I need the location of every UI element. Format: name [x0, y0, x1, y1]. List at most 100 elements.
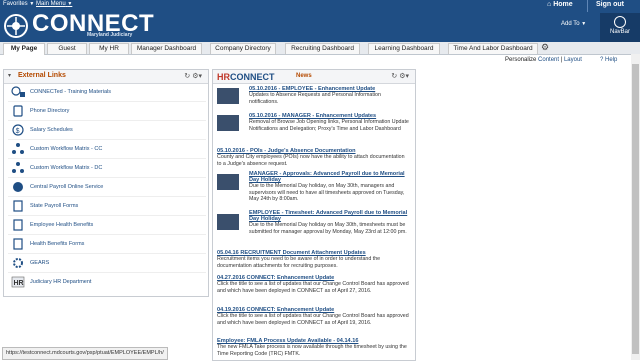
tab-manager-dashboard[interactable]: Manager Dashboard — [131, 43, 202, 54]
list-item[interactable]: GEARS — [8, 255, 206, 273]
help-icon: ? — [600, 57, 604, 63]
hr-badge-icon: HR — [11, 276, 25, 288]
header-separator — [587, 0, 588, 12]
tab-guest[interactable]: Guest — [47, 43, 87, 54]
gear-icon[interactable]: ⚙ — [541, 42, 549, 53]
news-thumbnail — [217, 88, 239, 104]
sign-out-link[interactable]: Sign out — [596, 1, 624, 8]
panel-title: News — [296, 73, 312, 79]
org-chart-icon — [12, 162, 24, 173]
link-label: Salary Schedules — [30, 127, 73, 133]
panel-title: External Links — [18, 72, 66, 79]
news-item[interactable]: EMPLOYEE - Timesheet: Advanced Payroll d… — [249, 210, 409, 235]
tab-time-and-labor-dashboard[interactable]: Time And Labor Dashboard — [448, 43, 538, 54]
tab-my-hr[interactable]: My HR — [89, 43, 129, 54]
document-icon — [13, 200, 23, 212]
news-thumbnail — [217, 174, 239, 190]
gears-icon — [13, 258, 23, 268]
list-item[interactable]: Custom Workflow Matrix - CC — [8, 141, 206, 159]
navbar-button[interactable]: NavBar — [600, 13, 640, 42]
news-title[interactable]: MANAGER - Approvals: Advanced Payroll du… — [249, 171, 409, 183]
navbar-label: NavBar — [609, 29, 630, 35]
home-icon: ⌂ — [547, 1, 552, 8]
list-item[interactable]: Custom Workflow Matrix - DC — [8, 160, 206, 178]
personalize-bar: Personalize Content | Layout — [505, 57, 582, 63]
news-body: Updates to Absence Requests and Personal… — [249, 92, 381, 105]
news-item[interactable]: 05.10.2016 - POIs - Judge's Absence Docu… — [217, 148, 409, 167]
personalize-label: Personalize — [505, 57, 537, 63]
panel-options[interactable]: ↻ ⚙▾ — [184, 72, 202, 80]
favorites-label: Favorites — [3, 1, 28, 7]
news-item[interactable]: 05.10.2016 - EMPLOYEE - Enhancement Upda… — [249, 86, 409, 105]
panel-options[interactable]: ↻ ⚙▾ — [391, 72, 409, 80]
help-label: Help — [605, 57, 618, 63]
link-label: Health Benefits Forms — [30, 241, 85, 247]
org-chart-icon — [12, 143, 24, 154]
app-logo-subtitle: Maryland Judiciary — [87, 32, 133, 38]
news-item[interactable]: 04.27.2016 CONNECT: Enhancement Update C… — [217, 275, 409, 294]
list-item[interactable]: State Payroll Forms — [8, 198, 206, 216]
hrconnect-logo: HRCONNECT — [217, 72, 275, 82]
news-item[interactable]: 05.10.2016 - MANAGER - Enhancement Updat… — [249, 113, 409, 132]
link-label: Judiciary HR Department — [30, 279, 92, 285]
list-item[interactable]: $ Salary Schedules — [8, 122, 206, 140]
list-item[interactable]: Central Payroll Online Service — [8, 179, 206, 197]
status-url-bar: https://testconnect.mdcourts.gov/psp/ptu… — [2, 347, 168, 360]
tab-my-page[interactable]: My Page — [3, 43, 45, 55]
svg-text:HR: HR — [14, 280, 24, 287]
news-item[interactable]: MANAGER - Approvals: Advanced Payroll du… — [249, 171, 409, 203]
caret-down-icon: ▼ — [67, 1, 73, 7]
training-icon — [11, 86, 25, 97]
news-body: Click the title to see a list of updates… — [217, 281, 409, 294]
list-item[interactable]: Employee Health Benefits — [8, 217, 206, 235]
news-body: Removal of Browse Job Opening links, Per… — [249, 119, 409, 132]
link-label: Custom Workflow Matrix - CC — [30, 146, 103, 152]
dollar-icon: $ — [12, 124, 24, 136]
header-bar: Favorites ▼ Main Menu ▼ CONNECT Maryland… — [0, 0, 640, 42]
link-label: Central Payroll Online Service — [30, 184, 104, 190]
add-to-label: Add To — [561, 21, 580, 27]
collapse-icon[interactable]: ▾ — [8, 72, 11, 79]
personalize-layout-link[interactable]: Layout — [564, 57, 582, 63]
list-item[interactable]: CONNECTed - Training Materials — [8, 84, 206, 102]
news-item[interactable]: 05.04.16 RECRUITMENT Document Attachment… — [217, 250, 409, 269]
home-link[interactable]: ⌂ Home — [547, 1, 573, 8]
personalize-content-link[interactable]: Content — [538, 57, 559, 63]
scrollbar-thumb[interactable] — [632, 64, 639, 354]
news-panel: HRCONNECT News ↻ ⚙▾ 05.10.2016 - EMPLOYE… — [212, 69, 416, 361]
link-label: CONNECTed - Training Materials — [30, 89, 111, 95]
tab-learning-dashboard[interactable]: Learning Dashboard — [368, 43, 440, 54]
main-menu[interactable]: Main Menu ▼ — [36, 1, 72, 7]
link-label: Custom Workflow Matrix - DC — [30, 165, 103, 171]
news-body: Due to the Memorial Day holiday, on May … — [249, 183, 405, 203]
add-to-menu[interactable]: Add To ▼ — [561, 21, 586, 27]
tab-recruiting-dashboard[interactable]: Recruiting Dashboard — [285, 43, 360, 54]
panel-header: ▾ External Links ↻ ⚙▾ — [4, 70, 208, 84]
home-label: Home — [553, 1, 573, 8]
external-links-panel: ▾ External Links ↻ ⚙▾ CONNECTed - Traini… — [3, 69, 209, 297]
tab-company-directory[interactable]: Company Directory — [210, 43, 276, 54]
list-item[interactable]: Health Benefits Forms — [8, 236, 206, 254]
payroll-icon — [13, 182, 23, 192]
favorites-menu[interactable]: Favorites ▼ — [3, 1, 34, 7]
news-item[interactable]: 04.19.2016 CONNECT: Enhancement Update C… — [217, 307, 409, 326]
page-scrollbar[interactable] — [631, 54, 640, 360]
link-label: Phone Directory — [30, 108, 70, 114]
svg-text:$: $ — [16, 128, 20, 135]
news-body: The new FMLA Take process is now availab… — [217, 344, 407, 357]
list-item[interactable]: HR Judiciary HR Department — [8, 274, 206, 291]
link-label: Employee Health Benefits — [30, 222, 94, 228]
compass-icon — [614, 16, 626, 28]
connect-logo-icon — [4, 14, 28, 38]
news-body: County and City employees (POIs) now hav… — [217, 154, 405, 167]
caret-down-icon: ▼ — [29, 1, 35, 7]
panel-header: HRCONNECT News ↻ ⚙▾ — [213, 70, 415, 84]
news-body: Due to the Memorial Day holiday on May 3… — [249, 222, 407, 235]
document-icon — [13, 238, 23, 250]
phone-icon — [13, 105, 23, 117]
news-item[interactable]: Employee: FMLA Process Update Available … — [217, 338, 409, 357]
news-title[interactable]: EMPLOYEE - Timesheet: Advanced Payroll d… — [249, 210, 409, 222]
logo-hr: HR — [217, 72, 230, 82]
list-item[interactable]: Phone Directory — [8, 103, 206, 121]
help-link[interactable]: ? Help — [600, 57, 617, 63]
